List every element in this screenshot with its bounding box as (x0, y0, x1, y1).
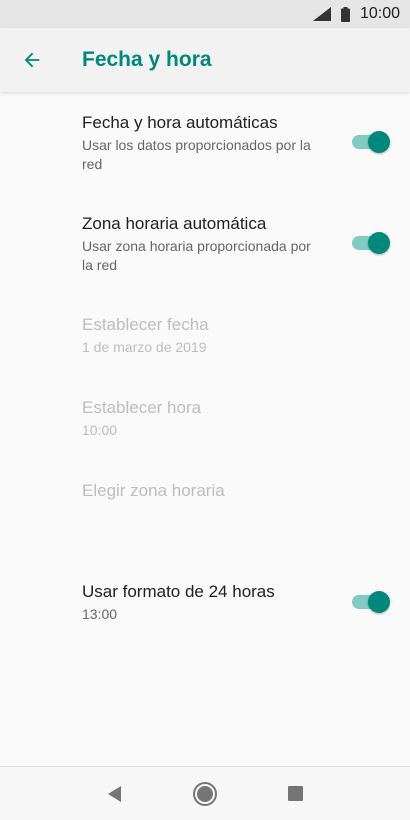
pref-summary: 1 de marzo de 2019 (82, 339, 207, 355)
pref-set-date[interactable]: Establecer fecha 1 de marzo de 2019 (82, 314, 410, 357)
signal-icon (312, 7, 331, 21)
status-bar: 10:00 (0, 0, 410, 28)
24-hour-switch[interactable] (350, 589, 390, 613)
app-bar: Fecha y hora (0, 28, 410, 92)
nav-home-button[interactable] (185, 774, 225, 814)
switch-thumb (368, 232, 390, 254)
arrow-back-icon (24, 52, 40, 68)
pref-auto-timezone[interactable]: Zona horaria automática Usar zona horari… (82, 213, 410, 275)
nav-recents-button[interactable] (275, 774, 315, 814)
nav-back-icon (108, 785, 121, 802)
pref-summary: 10:00 (82, 422, 118, 438)
pref-title: Elegir zona horaria (82, 481, 225, 500)
pref-24-hour-format[interactable]: Usar formato de 24 horas 13:00 (82, 581, 410, 624)
pref-summary: 13:00 (82, 606, 118, 622)
auto-timezone-switch[interactable] (350, 230, 390, 254)
settings-list: Fecha y hora automáticas Usar los datos … (0, 92, 410, 766)
pref-title: Establecer fecha (82, 315, 209, 334)
status-time: 10:00 (359, 5, 400, 22)
pref-select-timezone[interactable]: Elegir zona horaria (82, 480, 410, 502)
battery-icon (340, 6, 350, 22)
auto-datetime-switch[interactable] (350, 129, 390, 153)
nav-back-button[interactable] (95, 774, 135, 814)
nav-home-icon (193, 781, 217, 806)
switch-thumb (368, 591, 390, 613)
back-button[interactable] (0, 28, 64, 92)
nav-recents-icon (287, 786, 303, 801)
pref-summary: Usar los datos proporcionados por la red (82, 137, 311, 172)
pref-title: Establecer hora (82, 398, 202, 417)
pref-set-time[interactable]: Establecer hora 10:00 (82, 397, 410, 440)
navigation-bar (0, 766, 410, 820)
pref-summary: Usar zona horaria proporcionada por la r… (82, 238, 311, 273)
switch-thumb (368, 131, 390, 153)
pref-auto-datetime[interactable]: Fecha y hora automáticas Usar los datos … (82, 112, 410, 174)
page-title: Fecha y hora (82, 48, 212, 71)
